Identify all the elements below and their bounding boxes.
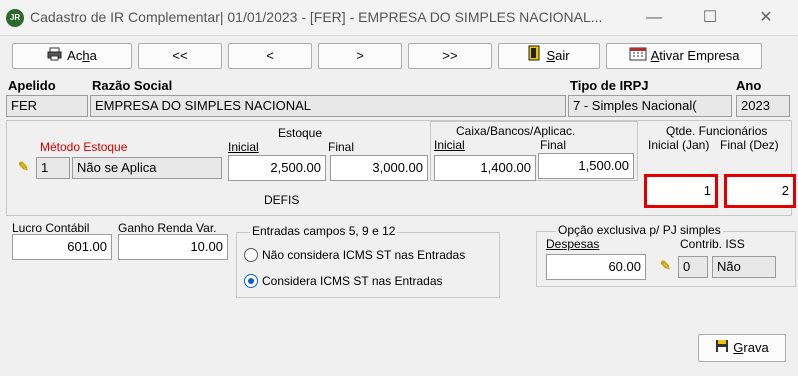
caixa-inicial-field[interactable]: 1,400.00 xyxy=(434,155,536,181)
radio-nao-considera[interactable] xyxy=(244,248,258,262)
toolbar: Acha << < > >> Sair Ativar Empresa xyxy=(0,40,798,74)
tipo-irpj-field[interactable]: 7 - Simples Nacional( xyxy=(568,95,732,117)
func-inicial-label: Inicial (Jan) xyxy=(648,138,710,152)
caixa-final-field[interactable]: 1,500.00 xyxy=(538,153,634,179)
estoque-final-field[interactable]: 3,000.00 xyxy=(330,155,428,181)
lucro-contabil-label: Lucro Contábil xyxy=(12,221,90,235)
caixa-label: Caixa/Bancos/Aplicac. xyxy=(456,124,576,138)
simples-title: Opção exclusiva p/ PJ simples xyxy=(556,223,723,237)
exit-door-icon xyxy=(528,45,542,69)
func-final-field[interactable]: 2 xyxy=(724,174,796,208)
caixa-inicial-label: Inicial xyxy=(434,138,465,152)
activate-company-button[interactable]: Ativar Empresa xyxy=(606,43,762,69)
ganho-renda-field[interactable]: 10.00 xyxy=(118,234,228,260)
radio-nao-considera-label[interactable]: Não considera ICMS ST nas Entradas xyxy=(262,248,465,262)
first-record-button[interactable]: << xyxy=(138,43,222,69)
apelido-field[interactable]: FER xyxy=(6,95,88,117)
defis-title: DEFIS xyxy=(264,193,300,207)
radio-considera-label[interactable]: Considera ICMS ST nas Entradas xyxy=(262,274,443,288)
funcionarios-label: Qtde. Funcionários xyxy=(666,124,768,138)
title-bar: JR Cadastro de IR Complementar| 01/01/20… xyxy=(0,0,798,36)
estoque-label: Estoque xyxy=(278,126,323,140)
ano-label: Ano xyxy=(736,78,762,93)
metodo-code-field[interactable]: 1 xyxy=(36,157,70,179)
window-title: Cadastro de IR Complementar| 01/01/2023 … xyxy=(30,9,603,25)
minimize-button[interactable]: — xyxy=(632,4,676,32)
estoque-final-label: Final xyxy=(328,140,355,154)
find-button[interactable]: Acha xyxy=(12,43,132,69)
maximize-button[interactable]: ☐ xyxy=(688,4,732,32)
radio-considera[interactable] xyxy=(244,274,258,288)
despesas-label: Despesas xyxy=(546,237,600,251)
app-icon: JR xyxy=(6,9,24,27)
func-final-label: Final (Dez) xyxy=(720,138,779,152)
exit-button[interactable]: Sair xyxy=(498,43,600,69)
last-record-button[interactable]: >> xyxy=(408,43,492,69)
contrib-iss-label: Contrib. ISS xyxy=(680,237,745,251)
metodo-value-field: Não se Aplica xyxy=(72,157,222,179)
apelido-label: Apelido xyxy=(8,78,56,93)
previous-record-button[interactable]: < xyxy=(228,43,312,69)
contrib-iss-value-field: Não xyxy=(712,256,776,278)
metodo-estoque-label: Método Estoque xyxy=(40,140,128,154)
entradas-group xyxy=(236,232,500,298)
entradas-label: Entradas campos 5, 9 e 12 xyxy=(250,224,398,238)
despesas-field[interactable]: 60.00 xyxy=(546,254,646,280)
caixa-final-label: Final xyxy=(540,138,567,152)
save-button[interactable]: Grava xyxy=(698,334,786,362)
estoque-inicial-label: Inicial xyxy=(228,140,259,154)
ano-field[interactable]: 2023 xyxy=(736,95,790,117)
func-inicial-field[interactable]: 1 xyxy=(644,174,718,208)
contrib-iss-code-field[interactable]: 0 xyxy=(678,256,708,278)
pencil-lookup-icon[interactable]: ✎ xyxy=(18,159,29,175)
razao-social-label: Razão Social xyxy=(92,78,173,93)
calendar-icon xyxy=(629,45,647,69)
save-icon xyxy=(715,336,729,362)
tipo-irpj-label: Tipo de IRPJ xyxy=(570,78,649,93)
estoque-inicial-field[interactable]: 2,500.00 xyxy=(228,155,326,181)
ganho-renda-label: Ganho Renda Var. xyxy=(118,221,217,235)
razao-social-field[interactable]: EMPRESA DO SIMPLES NACIONAL xyxy=(90,95,566,117)
printer-search-icon xyxy=(47,45,63,69)
next-record-button[interactable]: > xyxy=(318,43,402,69)
close-button[interactable]: ✕ xyxy=(744,4,788,32)
pencil-lookup-icon[interactable]: ✎ xyxy=(660,258,671,274)
lucro-contabil-field[interactable]: 601.00 xyxy=(12,234,112,260)
